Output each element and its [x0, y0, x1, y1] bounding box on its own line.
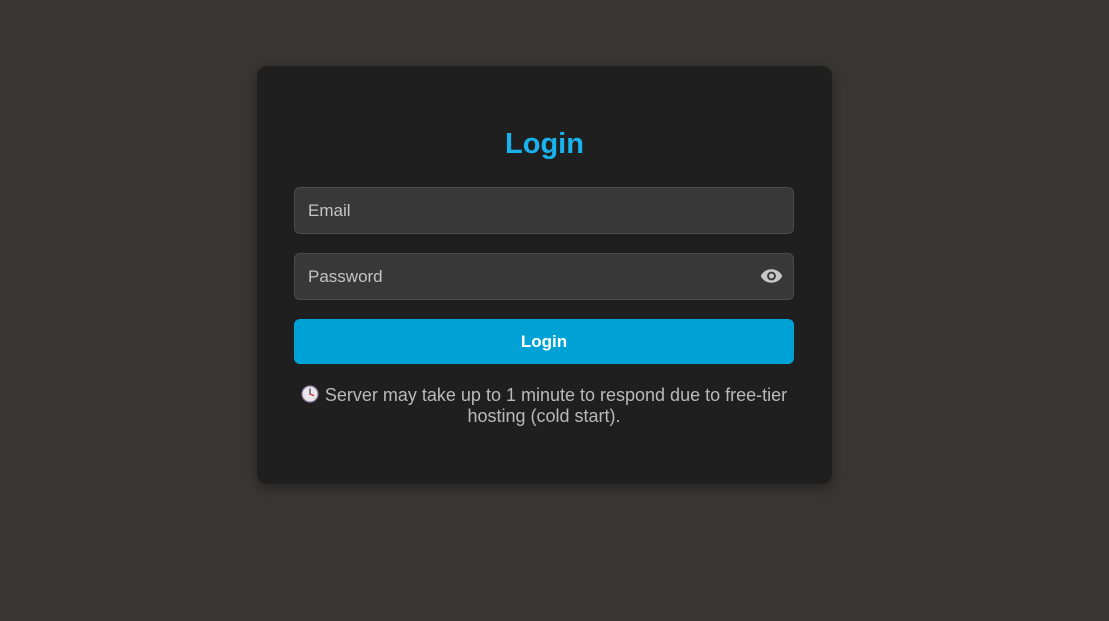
cold-start-notice: Server may take up to 1 minute to respon… [294, 385, 794, 427]
login-title: Login [505, 128, 584, 160]
login-card: Login Login Server may take up to 1 minu… [257, 66, 832, 484]
notice-text: Server may take up to 1 minute to respon… [324, 385, 788, 426]
show-password-toggle[interactable] [757, 262, 785, 290]
password-input[interactable] [294, 253, 794, 300]
clock-icon [301, 385, 319, 403]
email-input[interactable] [294, 187, 794, 234]
eye-icon [760, 269, 782, 283]
login-button[interactable]: Login [294, 319, 794, 364]
